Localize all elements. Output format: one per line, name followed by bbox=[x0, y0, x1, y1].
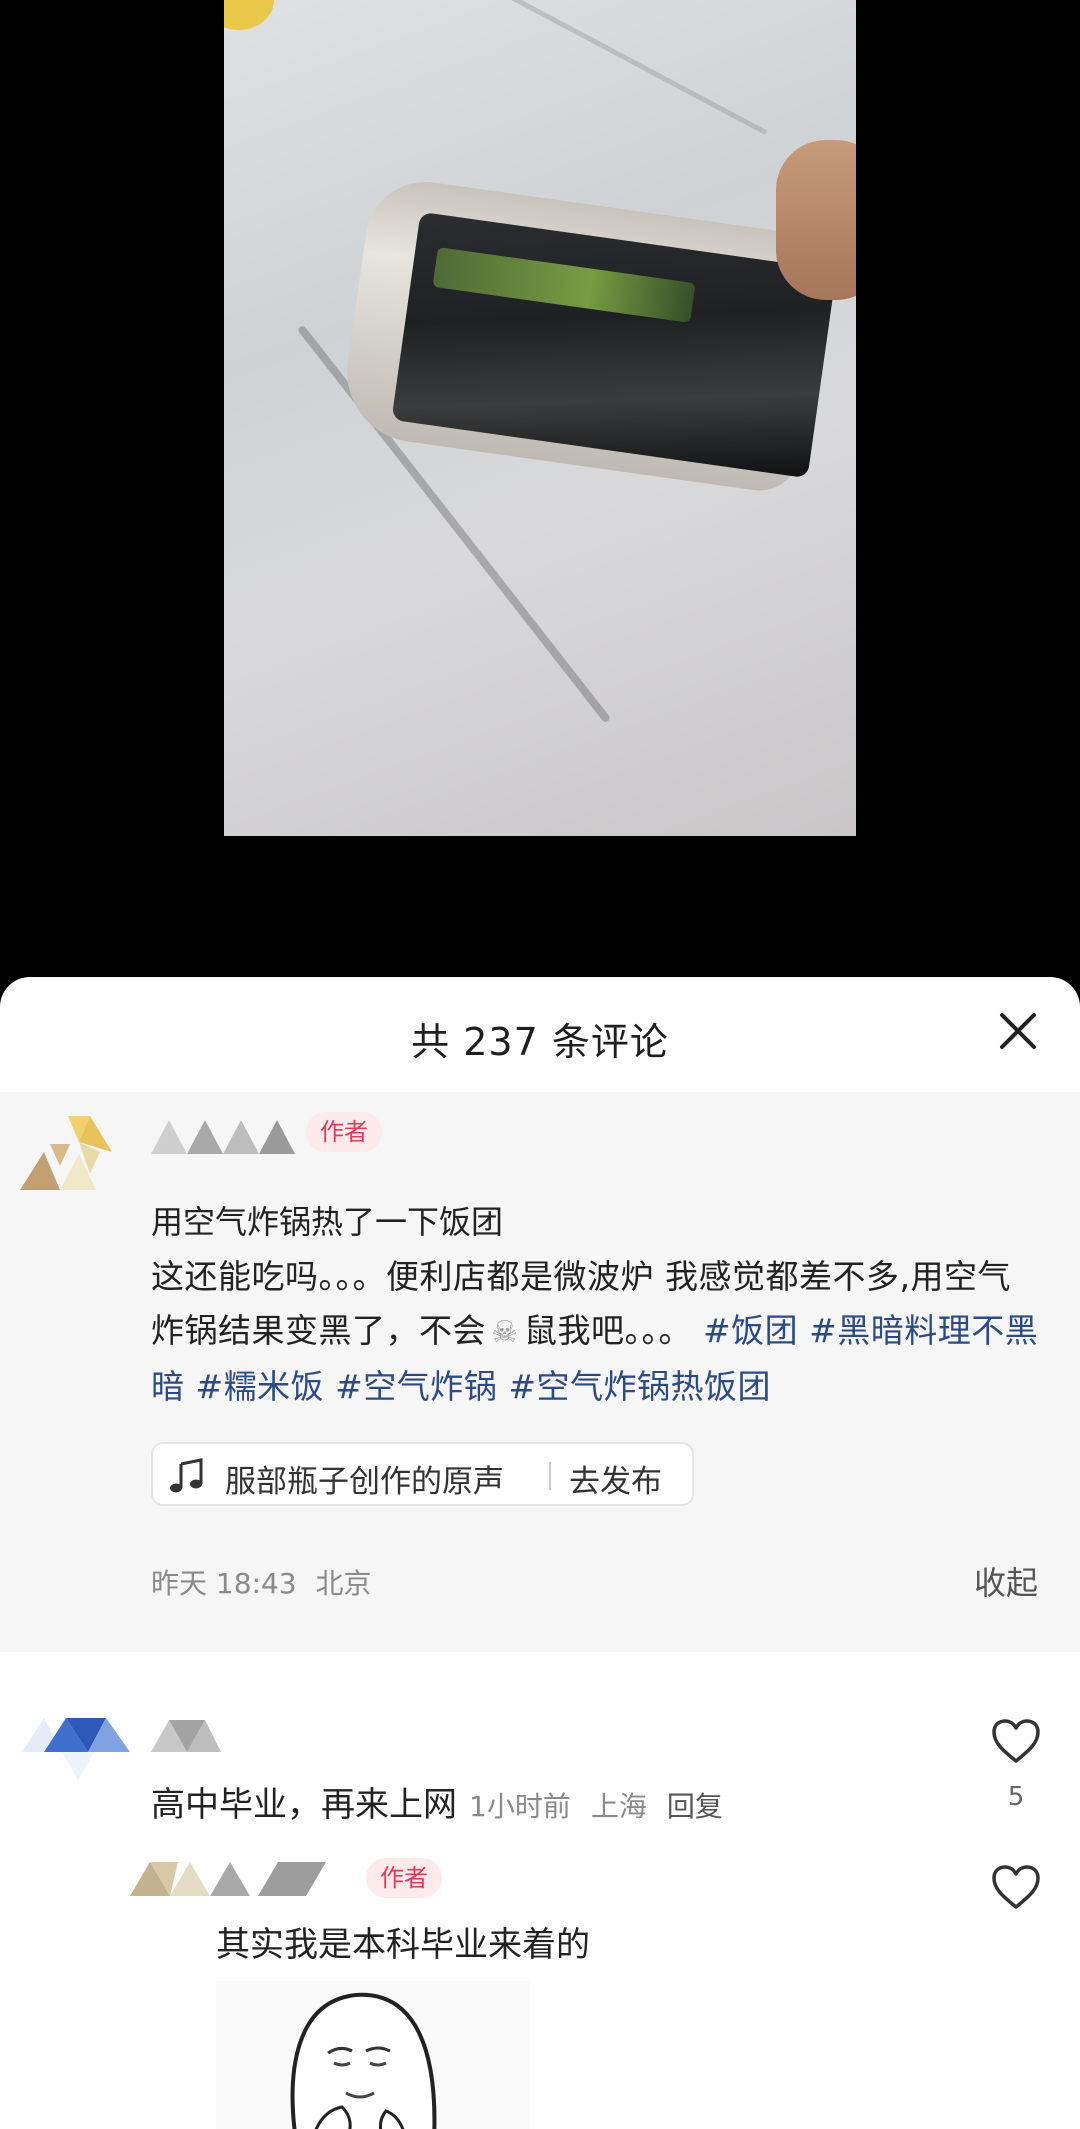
post-meta: 昨天 18:43 北京 bbox=[151, 1562, 372, 1602]
marble-vein bbox=[500, 0, 768, 136]
heart-icon[interactable] bbox=[991, 1718, 1041, 1764]
comment-location: 上海 bbox=[590, 1790, 647, 1823]
heart-icon[interactable] bbox=[991, 1864, 1041, 1910]
close-icon[interactable] bbox=[996, 1009, 1040, 1053]
avatar[interactable] bbox=[20, 1114, 132, 1192]
meme-face-icon bbox=[290, 1992, 437, 2129]
meme-sticker[interactable] bbox=[216, 1981, 530, 2129]
comment-text: 其实我是本科毕业来着的 bbox=[216, 1925, 590, 1965]
post-location: 北京 bbox=[315, 1567, 372, 1600]
hashtag[interactable]: #糯米饭 bbox=[196, 1367, 325, 1406]
video-yellow-object bbox=[224, 0, 274, 30]
author-post: 作者 用空气炸锅热了一下饭团 这还能吃吗。。。便利店都是微波炉 我感觉都差不多,… bbox=[0, 1092, 1080, 1652]
post-text: 鼠我吧。。。 bbox=[524, 1311, 692, 1350]
avatar[interactable] bbox=[22, 1718, 134, 1788]
reply-button[interactable]: 回复 bbox=[667, 1790, 723, 1823]
sheet-header: 共 237 条评论 bbox=[0, 977, 1080, 1092]
skull-icon: ☠ bbox=[491, 1315, 519, 1350]
comment-content: 高中毕业，再来上网 1小时前 上海 回复 bbox=[151, 1777, 723, 1826]
comments-sheet: 共 237 条评论 作者 用空气炸锅热了一下饭团 这还能吃吗。。。便利店都是微波… bbox=[0, 977, 1080, 2129]
username[interactable] bbox=[130, 1860, 326, 1898]
collapse-button[interactable]: 收起 bbox=[974, 1558, 1038, 1604]
video-frame[interactable] bbox=[224, 0, 856, 836]
hashtag[interactable]: #空气炸锅 bbox=[335, 1367, 497, 1406]
username[interactable] bbox=[151, 1118, 303, 1156]
music-note-icon bbox=[170, 1458, 203, 1493]
post-title: 用空气炸锅热了一下饭团 bbox=[151, 1203, 504, 1241]
post-timestamp: 昨天 18:43 bbox=[151, 1567, 297, 1600]
post-body: 这还能吃吗。。。便利店都是微波炉 我感觉都差不多,用空气炸锅结果变黑了，不会 ☠ 鼠… bbox=[151, 1250, 1041, 1414]
comment-text: 高中毕业，再来上网 bbox=[151, 1785, 457, 1825]
like-count: 5 bbox=[1007, 1782, 1025, 1812]
video-player[interactable] bbox=[0, 0, 1080, 978]
hashtag[interactable]: #空气炸锅热饭团 bbox=[508, 1367, 771, 1406]
sound-label[interactable]: 服部瓶子创作的原声 bbox=[225, 1456, 504, 1501]
thumb bbox=[776, 140, 856, 300]
publish-button[interactable]: 去发布 bbox=[569, 1456, 662, 1501]
original-sound-pill[interactable]: 服部瓶子创作的原声 去发布 bbox=[151, 1442, 694, 1506]
author-tag: 作者 bbox=[306, 1112, 382, 1152]
comment-time: 1小时前 bbox=[469, 1790, 571, 1823]
comment-count-title: 共 237 条评论 bbox=[411, 1020, 669, 1064]
author-tag: 作者 bbox=[366, 1858, 442, 1898]
username[interactable] bbox=[151, 1718, 223, 1754]
pill-divider bbox=[549, 1462, 551, 1490]
hashtag[interactable]: #饭团 bbox=[703, 1311, 798, 1350]
